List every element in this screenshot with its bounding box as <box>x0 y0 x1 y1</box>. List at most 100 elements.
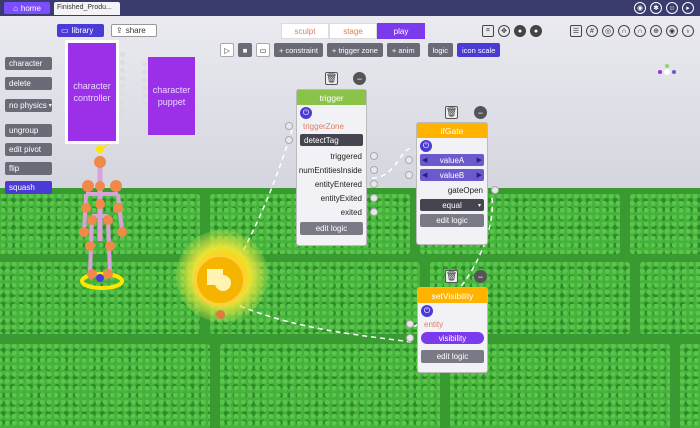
trigger-zone-coin-icon[interactable] <box>194 254 246 306</box>
output-port[interactable] <box>370 180 378 188</box>
share-button[interactable]: ⇪ share <box>111 24 157 37</box>
anim-button[interactable]: + anim <box>386 43 420 57</box>
play-toolbar: ▷ ■ ▭ + constraint + trigger zone + anim lo… <box>220 43 501 57</box>
trigger-node-header[interactable]: trigger <box>297 90 366 105</box>
character-rig[interactable] <box>78 146 138 296</box>
edit-pivot-button[interactable]: edit pivot <box>5 143 52 156</box>
visibility-toggle[interactable]: visibility <box>406 332 484 344</box>
character-controller-card[interactable]: character controller <box>65 40 119 144</box>
orientation-gizmo-icon[interactable] <box>656 64 678 80</box>
triggered-label: triggered <box>330 151 362 161</box>
ifgate-node[interactable]: ifGate ⏻ ◀ valueA ▶ ◀ valueB ▶ gateOpen … <box>405 122 499 245</box>
share-icon: ⇪ <box>116 26 123 35</box>
move-tool-icon[interactable]: ✥ <box>498 25 510 37</box>
value-b-label: valueB <box>439 170 465 180</box>
visibility-icon[interactable]: ◉ <box>666 25 678 37</box>
tab-sculpt[interactable]: sculpt <box>281 23 329 39</box>
anim-label: anim <box>398 45 415 55</box>
gate-open-label: gateOpen <box>447 185 483 195</box>
transform-tools: ⌗ ✥ ● ● <box>482 25 542 37</box>
magnet-icon[interactable]: ∩ <box>618 25 630 37</box>
settings-icon[interactable]: ✱ <box>650 2 662 14</box>
constraint-button[interactable]: + constraint <box>274 43 323 57</box>
grid-icon[interactable]: # <box>586 25 598 37</box>
operator-label: equal <box>442 200 462 210</box>
home-button[interactable]: ⌂ home <box>4 2 50 14</box>
delete-button[interactable]: delete <box>5 77 52 90</box>
screen-button[interactable]: ▭ <box>256 43 270 57</box>
output-port[interactable] <box>370 152 378 160</box>
character-puppet-card[interactable]: character puppet <box>148 57 195 135</box>
trigger-edit-logic-button[interactable]: edit logic <box>300 222 363 235</box>
chevron-right-icon[interactable]: ▶ <box>477 156 482 164</box>
tab-play[interactable]: play <box>377 23 425 39</box>
chevron-left-icon[interactable]: ◀ <box>422 171 427 179</box>
value-a-field[interactable]: ◀ valueA ▶ <box>405 154 484 166</box>
flip-button[interactable]: flip <box>5 162 52 175</box>
scale-tool-icon[interactable]: ● <box>530 25 542 37</box>
play-button[interactable]: ▷ <box>220 43 234 57</box>
coin-pivot-handle[interactable] <box>216 310 225 319</box>
logic-button[interactable]: logic <box>427 43 454 57</box>
discord-icon[interactable]: ☺ <box>666 2 678 14</box>
output-port[interactable] <box>491 186 499 194</box>
github-icon[interactable]: ◉ <box>634 2 646 14</box>
input-port[interactable] <box>406 334 414 342</box>
output-port[interactable] <box>370 208 378 216</box>
ifgate-edit-logic-button[interactable]: edit logic <box>420 214 484 227</box>
physics-dropdown[interactable]: no physics ▾ <box>5 99 52 112</box>
select-tool-icon[interactable]: ⌗ <box>482 25 494 37</box>
output-port[interactable] <box>370 194 378 202</box>
tab-stage-label: stage <box>343 26 363 36</box>
target-icon[interactable]: ⊕ <box>650 25 662 37</box>
trigger-node-minimize-icon[interactable]: − <box>353 72 366 85</box>
input-port[interactable] <box>405 171 413 179</box>
power-icon[interactable]: ⏻ <box>420 140 432 152</box>
setvis-node-minimize-icon[interactable]: − <box>474 270 487 283</box>
youtube-icon[interactable]: ▸ <box>682 2 694 14</box>
ifgate-node-minimize-icon[interactable]: − <box>474 106 487 119</box>
input-port[interactable] <box>285 122 293 130</box>
file-tab[interactable]: Finished_Produ... <box>54 2 120 15</box>
stop-button[interactable]: ■ <box>238 43 252 57</box>
output-port[interactable] <box>370 166 378 174</box>
lightbulb-icon[interactable]: ♁ <box>682 25 694 37</box>
edit-logic-label: edit logic <box>436 352 469 361</box>
ifgate-node-title: ifGate <box>440 125 464 136</box>
chevron-left-icon[interactable]: ◀ <box>422 156 427 164</box>
setvisibility-node[interactable]: setVisibility ⏻ entity visibility edit l… <box>406 287 488 373</box>
operator-dropdown[interactable]: equal ▾ <box>420 199 484 211</box>
ifgate-node-header[interactable]: ifGate <box>417 123 487 138</box>
camera-icon[interactable]: ◎ <box>602 25 614 37</box>
value-a-label: valueA <box>439 155 465 165</box>
setvis-edit-logic-button[interactable]: edit logic <box>421 350 484 363</box>
plus-icon: + <box>331 45 337 55</box>
setvis-node-header[interactable]: setVisibility <box>418 288 487 303</box>
ifgate-node-trash-icon[interactable]: 🗑 <box>445 106 458 119</box>
power-icon[interactable]: ⏻ <box>300 107 312 119</box>
value-b-field[interactable]: ◀ valueB ▶ <box>405 169 484 181</box>
snap-icon[interactable]: ∩ <box>634 25 646 37</box>
character-button[interactable]: character <box>5 57 52 70</box>
setvis-node-title: setVisibility <box>431 290 474 301</box>
entity-exited-label: entityExited <box>320 193 362 203</box>
detect-tag-field[interactable]: detectTag <box>285 134 363 146</box>
list-view-icon[interactable]: ☰ <box>570 25 582 37</box>
trigger-node[interactable]: trigger ⏻ triggerZone detectTag triggere… <box>285 89 378 246</box>
input-port[interactable] <box>285 136 293 144</box>
trigger-node-trash-icon[interactable]: 🗑 <box>325 72 338 85</box>
setvis-node-trash-icon[interactable]: 🗑 <box>445 270 458 283</box>
power-icon[interactable]: ⏻ <box>421 305 433 317</box>
ungroup-button[interactable]: ungroup <box>5 124 52 137</box>
trigger-zone-button[interactable]: + trigger zone <box>326 43 383 57</box>
squash-button[interactable]: squash <box>5 181 52 194</box>
trigger-zone-input: triggerZone <box>285 119 366 133</box>
input-port[interactable] <box>406 320 414 328</box>
chevron-right-icon[interactable]: ▶ <box>477 171 482 179</box>
edit-logic-label: edit logic <box>436 216 468 225</box>
library-button[interactable]: ▭ library <box>57 24 104 37</box>
rotate-tool-icon[interactable]: ● <box>514 25 526 37</box>
icon-scale-button[interactable]: icon scale <box>457 43 501 57</box>
tab-stage[interactable]: stage <box>329 23 377 39</box>
input-port[interactable] <box>405 156 413 164</box>
